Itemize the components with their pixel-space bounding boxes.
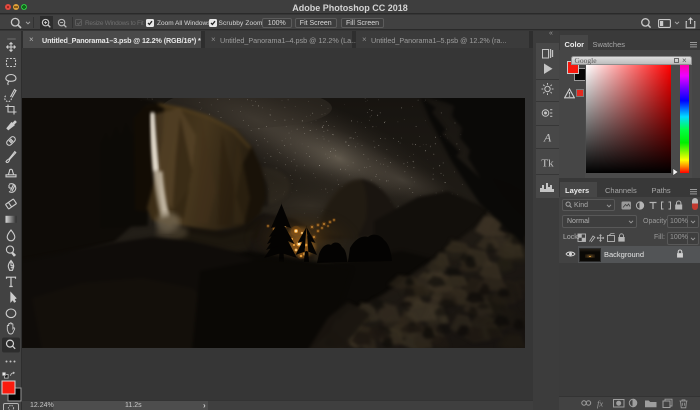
svg-text:fx: fx [597,399,603,409]
svg-text:Tk: Tk [541,157,554,169]
svg-text:A: A [543,130,552,144]
